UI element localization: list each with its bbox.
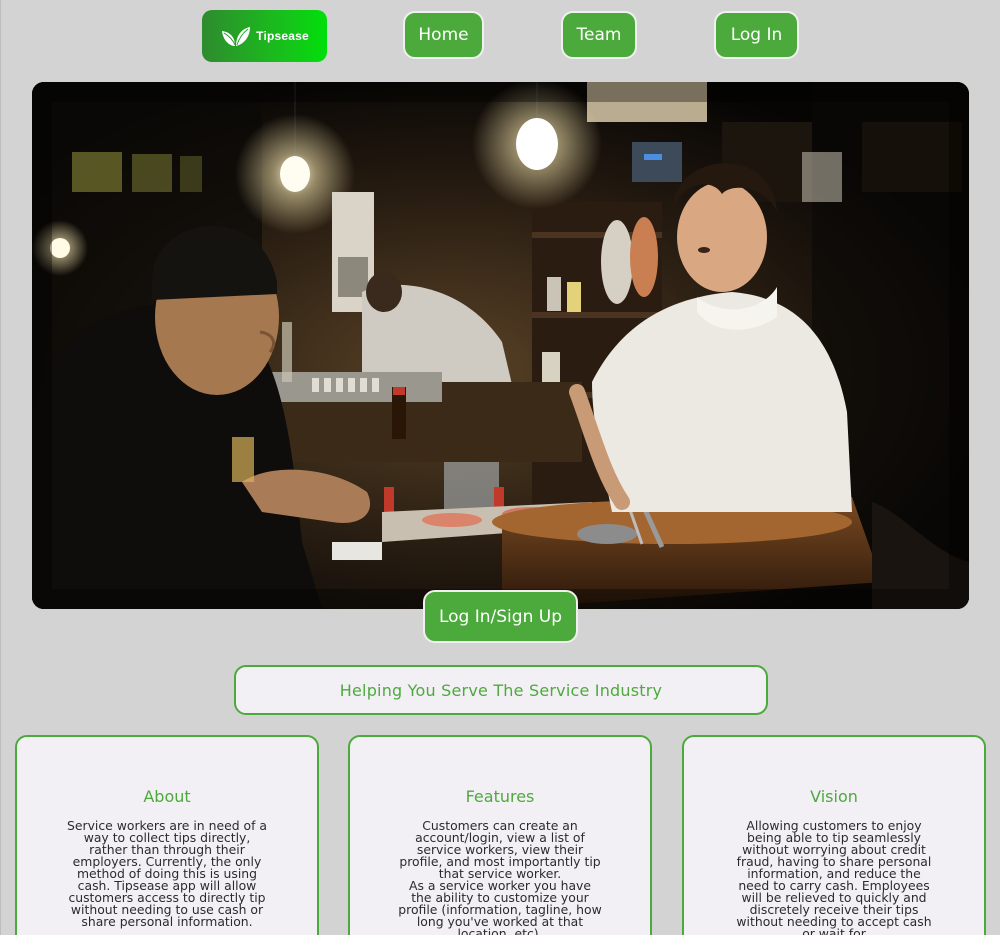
features-paragraph-customers: Customers can create an account/login, v… — [399, 818, 601, 881]
logo-button[interactable]: Tipsease — [202, 10, 327, 62]
about-title: About — [143, 787, 191, 806]
logo-text: Tipsease — [256, 29, 309, 43]
nav-team-button[interactable]: Team — [561, 11, 637, 59]
hero-image — [32, 82, 969, 609]
nav-login-button[interactable]: Log In — [714, 11, 799, 59]
tagline-banner: Helping You Serve The Service Industry — [234, 665, 768, 715]
about-paragraph: Service workers are in need of a way to … — [67, 818, 267, 929]
leaf-icon — [220, 25, 252, 47]
vision-card: Vision Allowing customers to enjoy being… — [682, 735, 986, 935]
vision-text: Allowing customers to enjoy being able t… — [732, 818, 936, 935]
login-signup-button[interactable]: Log In/Sign Up — [423, 590, 578, 643]
features-paragraph-workers: As a service worker you have the ability… — [398, 878, 602, 935]
vision-title: Vision — [810, 787, 858, 806]
about-card: About Service workers are in need of a w… — [15, 735, 319, 935]
features-title: Features — [465, 787, 535, 806]
vision-paragraph: Allowing customers to enjoy being able t… — [736, 818, 932, 935]
features-card: Features Customers can create an account… — [348, 735, 652, 935]
nav-home-button[interactable]: Home — [403, 11, 484, 59]
about-text: Service workers are in need of a way to … — [65, 818, 269, 929]
features-text: Customers can create an account/login, v… — [398, 818, 602, 935]
left-edge-divider — [0, 0, 1, 935]
landing-page: Tipsease Home Team Log In Log In/Sign Up… — [0, 0, 1000, 935]
